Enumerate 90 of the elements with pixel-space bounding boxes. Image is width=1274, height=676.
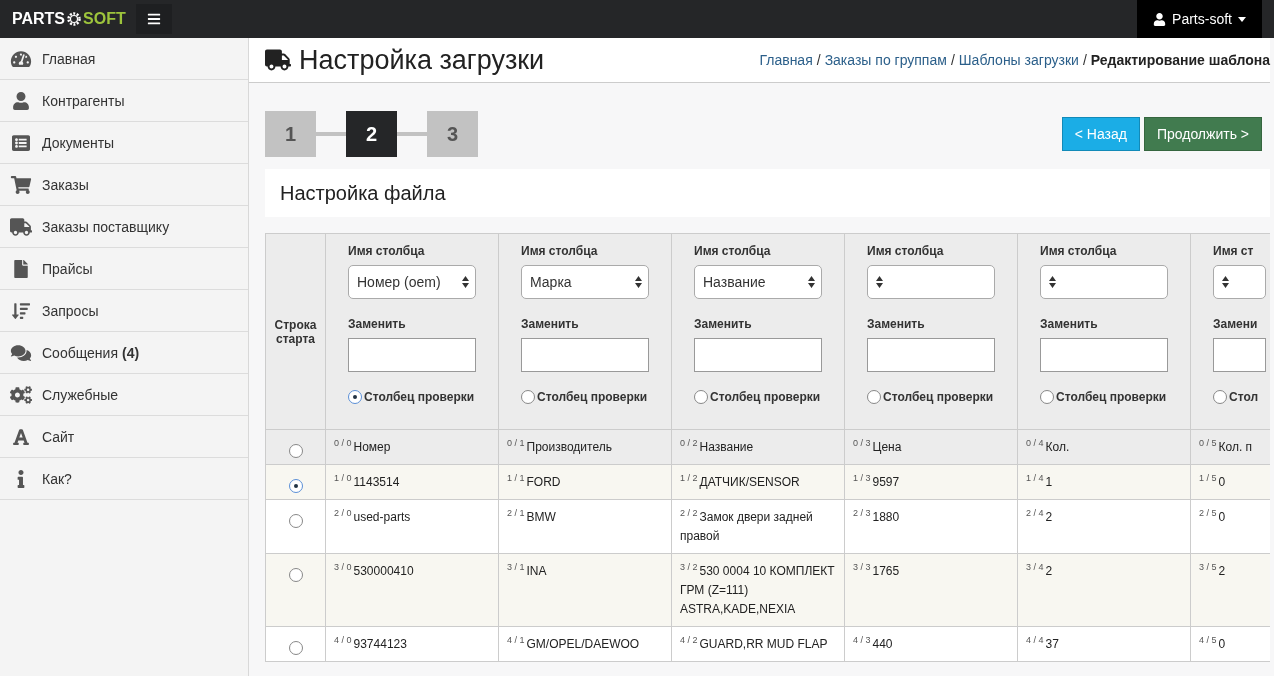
letter-icon [10,427,32,446]
breadcrumb-separator: / [1082,52,1087,68]
column-select[interactable]: Марка [521,265,649,299]
radio-button[interactable] [348,390,362,404]
field-label: Имя столбца [521,244,599,258]
radio-label: Столбец проверки [710,390,821,404]
truck-icon [265,47,291,73]
field-label: Заменить [694,317,753,331]
radio-button[interactable] [288,514,303,528]
replace-field[interactable] [1040,338,1168,372]
updown-icon [635,276,642,288]
section-title: Настройка файла [265,169,1270,217]
radio-button[interactable] [288,641,303,655]
caret-icon [1237,16,1246,22]
sidebar-label: Запросы [42,302,99,319]
gear-icon [66,11,83,27]
sidebar-label: Документы [42,134,115,151]
page-title: Настройка загрузки [299,44,545,76]
column-select[interactable] [1213,265,1266,299]
sidebar-label: Главная [42,50,96,67]
updown-icon [1049,276,1056,288]
sidebar-label: Прайсы [42,260,93,277]
sidebar-label: Как? [42,470,72,487]
step[interactable]: 2 [346,111,397,157]
sort-icon [10,301,32,320]
radio-label: Столбец проверки [364,390,475,404]
replace-field[interactable] [867,338,995,372]
user-icon [1153,12,1167,26]
radio-button[interactable] [521,390,535,404]
field-label: Имя столбца [348,244,426,258]
updown-icon [808,276,815,288]
logo[interactable]: PARTS SOFT [0,10,136,28]
column-header: Строка старта [265,233,326,430]
radio-label: Стол [1229,390,1259,404]
radio-button[interactable] [288,479,303,493]
radio-button[interactable] [1213,390,1227,404]
breadcrumb-separator: / [816,52,821,68]
radio-label: Столбец проверки [1056,390,1167,404]
replace-field[interactable] [1213,338,1266,372]
radio-button[interactable] [288,568,303,582]
message-count: (4) [122,344,140,361]
updown-icon [462,276,469,288]
sidebar-label: Служебные [42,386,119,403]
sidebar-label: Сайт [42,428,75,445]
gears-icon [10,385,32,404]
comments-icon [10,343,32,362]
breadcrumb-link[interactable]: Главная [759,52,813,68]
menu-icon [146,12,161,26]
menu-button[interactable] [135,4,172,34]
breadcrumb-separator: / [950,52,955,68]
radio-button[interactable] [694,390,708,404]
replace-field[interactable] [521,338,649,372]
updown-icon [1222,276,1229,288]
list-icon [10,133,32,152]
column-select[interactable] [1040,265,1168,299]
field-label: Имя столбца [694,244,772,258]
step[interactable]: 3 [427,111,478,157]
current-page-label: Редактирование шаблона [1090,52,1270,68]
radio-label: Столбец проверки [883,390,994,404]
continue-button[interactable]: Продолжить > [1143,117,1262,151]
field-label: Имя столбца [867,244,945,258]
field-label: Заменить [521,317,580,331]
column-select[interactable] [867,265,995,299]
sidebar-label: Заказы поставщику [42,218,170,235]
field-label: Имя столбца [1040,244,1118,258]
updown-icon [876,276,883,288]
field-label: Замени [1213,317,1259,331]
breadcrumb-link[interactable]: Заказы по группам [824,52,947,68]
field-label: Заменить [1040,317,1099,331]
sidebar-label: Заказы [42,176,89,193]
column-select[interactable]: Номер (oem) [348,265,476,299]
radio-button[interactable] [1040,390,1054,404]
radio-button[interactable] [288,444,303,458]
replace-field[interactable] [348,338,476,372]
sidebar-label: Контрагенты [42,92,125,109]
field-label: Имя ст [1213,244,1255,258]
truck-icon [10,217,32,236]
radio-label: Столбец проверки [537,390,648,404]
sidebar-label: Сообщения [42,344,118,361]
step[interactable]: 1 [265,111,316,157]
gauge-icon [10,49,32,68]
breadcrumb-link[interactable]: Шаблоны загрузки [958,52,1079,68]
user-icon [10,91,32,110]
cart-icon [10,175,32,194]
field-label: Заменить [867,317,926,331]
field-label: Заменить [348,317,407,331]
column-select[interactable]: Название [694,265,822,299]
replace-field[interactable] [694,338,822,372]
user-menu[interactable]: Parts-soft [1137,0,1262,38]
radio-button[interactable] [867,390,881,404]
